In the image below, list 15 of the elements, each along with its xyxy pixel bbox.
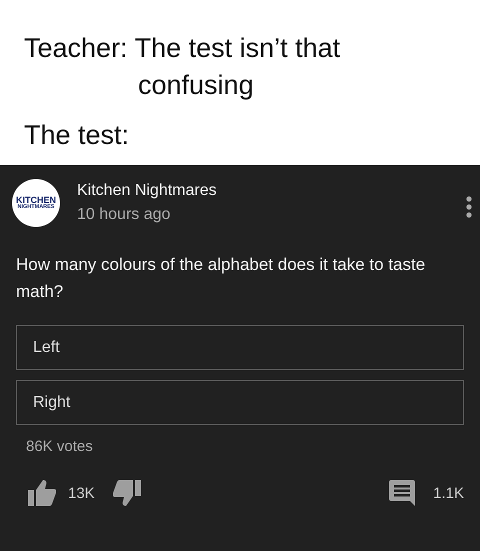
- comment-icon[interactable]: [389, 480, 416, 506]
- vote-count: 86K votes: [26, 438, 93, 455]
- thumbs-down-icon[interactable]: [112, 480, 141, 506]
- poll-option[interactable]: Right: [16, 380, 464, 425]
- caption-text: Teacher: The test isn’t that: [24, 33, 340, 63]
- like-count: 13K: [68, 484, 95, 502]
- poll-question: How many colours of the alphabet does it take to taste math?: [16, 254, 426, 303]
- caption-text: confusing: [138, 70, 254, 100]
- comment-count: 1.1K: [433, 484, 464, 502]
- post-time: 10 hours ago: [77, 206, 172, 224]
- thumbs-up-icon[interactable]: [28, 480, 56, 506]
- more-options-icon[interactable]: [466, 196, 472, 218]
- caption-label: The test:: [23, 120, 130, 151]
- channel-name[interactable]: Kitchen Nightmares: [77, 182, 217, 200]
- poll-option[interactable]: Left: [16, 325, 464, 370]
